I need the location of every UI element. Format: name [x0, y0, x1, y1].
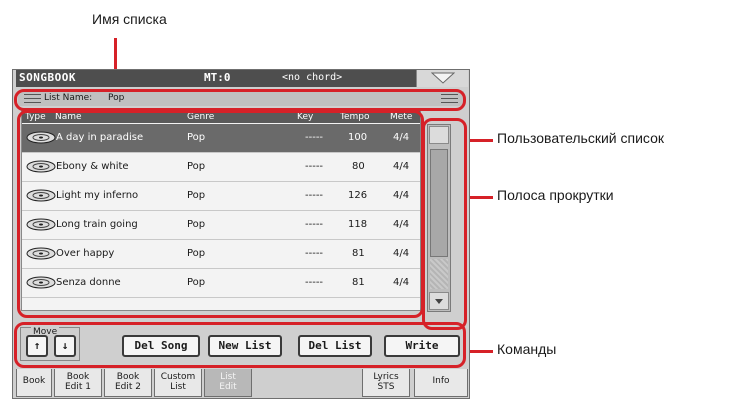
tab-book-edit-2[interactable]: Book Edit 2 — [104, 369, 152, 397]
highlight-scrollbar — [422, 118, 467, 330]
header-bar: SONGBOOK MT:0 <no chord> — [16, 70, 468, 87]
tab-label: Book — [22, 376, 46, 386]
tab-lyrics-sts[interactable]: Lyrics STS — [362, 369, 410, 397]
tab-label: Lyrics — [373, 372, 399, 382]
annotation-commands: Команды — [497, 341, 557, 357]
annotation-user-list: Пользовательский список — [497, 130, 664, 146]
tab-info[interactable]: Info — [414, 369, 468, 397]
tab-label: Custom — [160, 372, 196, 382]
tab-label: Edit — [219, 382, 237, 392]
tab-book-edit-1[interactable]: Book Edit 1 — [54, 369, 102, 397]
master-transpose: MT:0 — [204, 71, 231, 84]
tab-label: Edit 1 — [64, 382, 91, 392]
tab-label: Book — [116, 372, 140, 382]
tab-custom-list[interactable]: Custom List — [154, 369, 202, 397]
annotation-scrollbar: Полоса прокрутки — [497, 187, 614, 203]
tab-list-edit[interactable]: List Edit — [204, 369, 252, 397]
page-menu-button[interactable] — [416, 70, 468, 87]
tab-book[interactable]: Book — [16, 369, 52, 397]
highlight-list-name — [14, 89, 466, 111]
highlight-user-list — [17, 110, 424, 318]
annotation-list-name: Имя списка — [92, 11, 167, 27]
tab-label: List — [170, 382, 186, 392]
tab-label: Book — [66, 372, 90, 382]
page-tabs: Book Book Edit 1 Book Edit 2 Custom List Li… — [16, 369, 468, 397]
tab-label: List — [220, 372, 236, 382]
tab-label: Info — [432, 376, 450, 386]
tab-label: STS — [377, 382, 395, 392]
triangle-down-icon — [431, 72, 455, 84]
page-title: SONGBOOK — [19, 71, 76, 84]
tab-label: Edit 2 — [114, 382, 141, 392]
chord-display: <no chord> — [282, 72, 343, 83]
highlight-commands — [14, 322, 466, 368]
